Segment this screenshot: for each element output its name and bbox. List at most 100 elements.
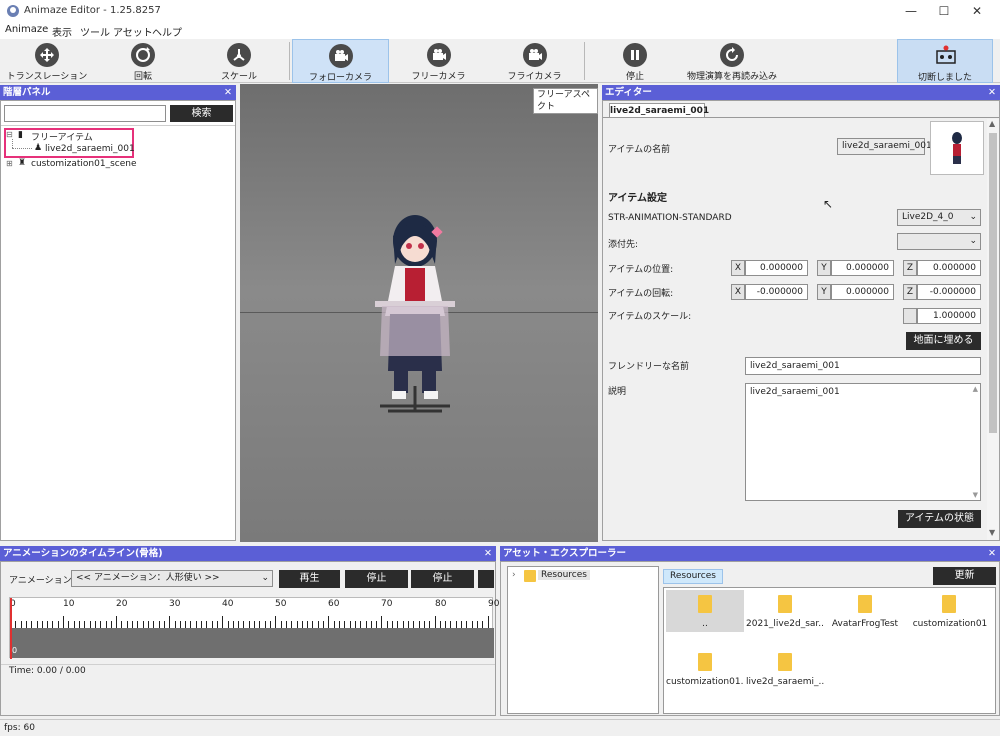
close-icon[interactable]: ✕ [224,85,232,100]
more-button[interactable] [478,570,494,588]
asset-item[interactable]: customization01... [666,648,744,690]
description-textarea[interactable]: live2d_saraemi_001 ▲ ▼ [745,383,981,501]
ruler-label: 70 [381,599,393,609]
follow-camera-button[interactable]: フォローカメラ [292,39,389,83]
ruler-tick [265,621,266,628]
ruler-tick [291,621,292,628]
collapse-icon[interactable]: ⊟ [6,130,13,139]
close-icon[interactable]: ✕ [988,546,996,561]
aspect-label[interactable]: フリーアスペクト [533,88,598,114]
rotate-button[interactable]: 回転 [98,39,188,83]
anim-standard-select[interactable]: Live2D_4_0 ⌄ [897,209,981,226]
scene-viewport[interactable]: フリーアスペクト [240,84,598,542]
fly-camera-button[interactable]: フライカメラ [486,39,583,83]
ruler-tick [323,621,324,628]
item-state-button[interactable]: アイテムの状態 [898,510,981,528]
timeline-track-area[interactable]: 0 10 20 30 40 50 60 70 80 90 0 [9,597,499,659]
ruler-tick [307,621,308,628]
tree-item-avatar[interactable]: live2d_saraemi_001 [45,144,135,154]
close-icon[interactable]: ✕ [484,546,492,561]
scroll-up-icon[interactable]: ▲ [989,119,995,128]
stop-button-1[interactable]: 停止 [345,570,408,588]
ruler-tick [297,621,298,628]
axis-z-label: Z [903,260,917,276]
ruler-tick [270,621,271,628]
time-readout: Time: 0.00 / 0.00 [9,666,86,676]
scroll-up-icon[interactable]: ▲ [973,385,978,393]
ruler-tick [228,621,229,628]
asset-item[interactable]: customization01 [906,590,994,632]
stop-button-2[interactable]: 停止 [411,570,474,588]
asset-item[interactable]: AvatarFrogTest [826,590,904,632]
menu-assets[interactable]: アセット [113,24,153,39]
ruler-tick [137,621,138,628]
asset-item[interactable]: live2d_saraemi_... [746,648,824,690]
scale-button[interactable]: スケール [194,39,284,83]
expand-icon[interactable]: ⊞ [6,159,13,168]
refresh-button[interactable]: 更新 [933,567,996,585]
ruler-tick [424,621,425,628]
position-z-field[interactable]: 0.000000 [917,260,981,276]
tree-item-free-items[interactable]: フリーアイテム [31,130,93,143]
timeline-body: アニメーション： << アニメーション：人形使い >> ⌄ 再生 停止 停止 0… [0,561,499,716]
ruler-tick [376,621,377,628]
ruler-tick [429,621,430,628]
translate-button[interactable]: トランスレーション [2,39,92,83]
rotate-icon [131,43,155,67]
rotation-x-field[interactable]: -0.000000 [745,284,808,300]
asset-item[interactable]: 2021_live2d_sar... [746,590,824,632]
ruler-tick [456,621,457,628]
camera-icon [522,43,547,67]
menu-help[interactable]: ヘルプ [152,24,182,39]
disconnected-icon [934,45,958,65]
scroll-thumb[interactable] [989,133,997,433]
attach-select[interactable]: ⌄ [897,233,981,250]
friendly-name-field[interactable]: live2d_saraemi_001 [745,357,981,375]
search-button[interactable]: 検索 [170,105,233,122]
editor-scrollbar[interactable]: ▲ ▼ [987,119,999,540]
close-button[interactable]: ✕ [954,0,1000,22]
ruler-tick [397,621,398,628]
scale-lock[interactable] [903,308,917,324]
menu-animaze[interactable]: Animaze [5,24,48,35]
scroll-down-icon[interactable]: ▼ [973,491,978,499]
connection-status-button[interactable]: 切断しました [897,39,993,83]
panel-title: 階層パネル [3,87,51,98]
rotation-y-field[interactable]: 0.000000 [831,284,894,300]
breadcrumb-resources[interactable]: Resources [663,569,723,584]
chevron-right-icon[interactable]: › [512,570,516,580]
reload-physics-button[interactable]: 物理演算を再読み込み [676,39,788,83]
timeline-track[interactable] [10,628,494,658]
ruler-tick [254,621,255,628]
hierarchy-search-input[interactable] [4,105,166,122]
app-icon [7,5,19,17]
tree-item-scene[interactable]: customization01_scene [31,159,137,169]
ruler-tick [302,621,303,628]
asset-item-parent[interactable]: .. [666,590,744,632]
scale-field[interactable]: 1.000000 [917,308,981,324]
tree-line [12,139,13,148]
ruler-tick [37,621,38,628]
item-name-field[interactable]: live2d_saraemi_001 [837,138,932,155]
position-x-field[interactable]: 0.000000 [745,260,808,276]
ruler-tick [116,616,117,628]
folder-icon [858,595,872,613]
tree-item-resources[interactable]: Resources [538,570,590,580]
free-camera-button[interactable]: フリーカメラ [390,39,487,83]
position-y-field[interactable]: 0.000000 [831,260,894,276]
close-icon[interactable]: ✕ [988,85,996,100]
ruler-tick [440,621,441,628]
asset-tree: › Resources [507,566,659,714]
ruler-label: 80 [435,599,447,609]
ruler-tick [26,621,27,628]
menu-tools[interactable]: ツール [80,24,110,39]
rotation-z-field[interactable]: -0.000000 [917,284,981,300]
menu-view[interactable]: 表示 [52,24,72,39]
play-button[interactable]: 再生 [279,570,340,588]
ruler-tick [180,621,181,628]
bury-to-ground-button[interactable]: 地面に埋める [906,332,981,350]
tab-item[interactable]: live2d_saraemi_001 [609,103,709,118]
animation-select[interactable]: << アニメーション：人形使い >> ⌄ [71,570,273,587]
stop-button[interactable]: 停止 [590,39,680,83]
scroll-down-icon[interactable]: ▼ [989,528,995,537]
